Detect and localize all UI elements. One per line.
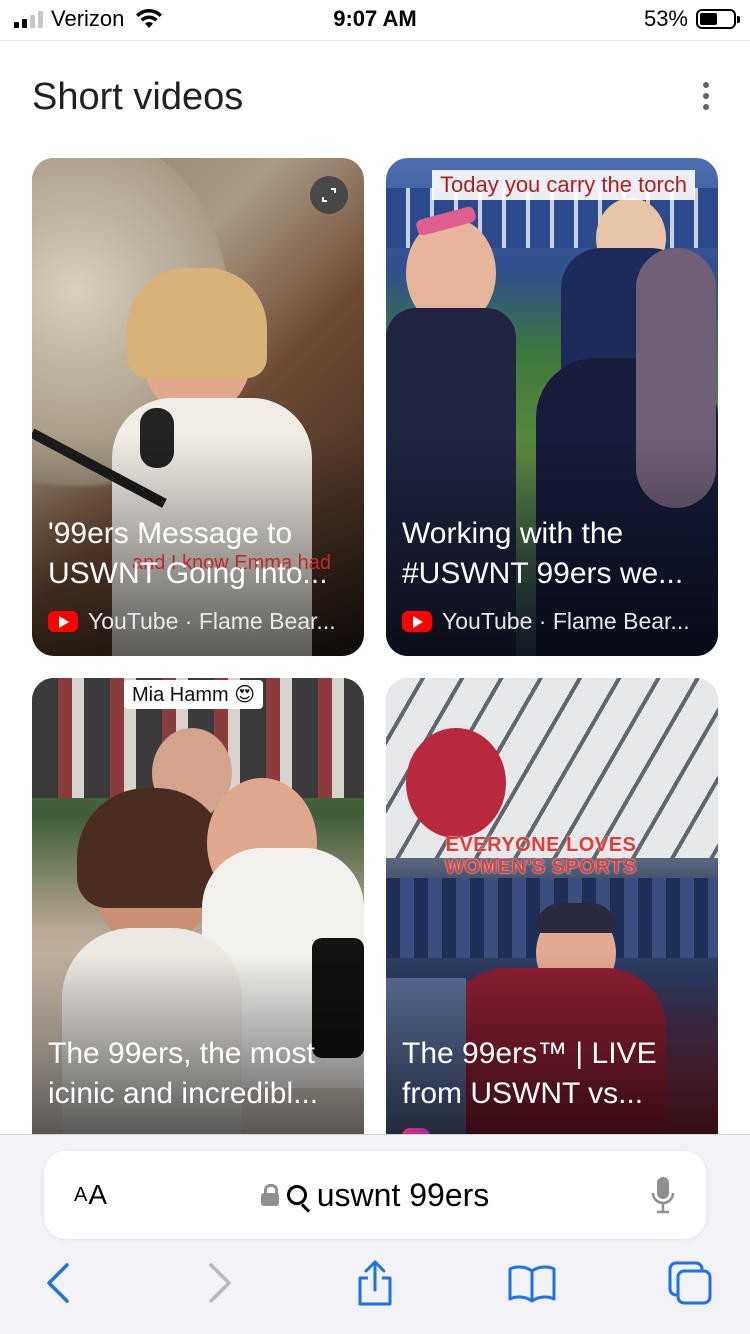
forward-arrow-icon (209, 1263, 231, 1303)
video-source-label: YouTube · Flame Bear... (88, 608, 336, 634)
video-source: YouTube · Flame Bear... (402, 608, 702, 635)
youtube-icon (48, 611, 78, 632)
forward-button[interactable] (190, 1253, 250, 1313)
clock: 9:07 AM (333, 6, 417, 31)
top-divider (0, 40, 750, 41)
video-title: '99ers Message to USWNT Going into... (48, 517, 328, 590)
share-icon (358, 1260, 392, 1306)
share-button[interactable] (345, 1253, 405, 1313)
tabs-icon (668, 1261, 712, 1305)
url-text: uswnt 99ers (316, 1176, 490, 1213)
video-card[interactable]: Mia Hamm 😍 The 99ers, the most icinic an… (32, 678, 364, 1134)
status-bar: Verizon 9:07 AM 53% (0, 0, 750, 40)
video-title: Working with the #USWNT 99ers we... (402, 517, 684, 590)
video-source-label: YouTube · Flame Bear... (442, 608, 690, 634)
book-icon (508, 1265, 556, 1303)
video-source: YouTube · Flame Bear... (48, 608, 348, 635)
video-caption: Today you carry the torch (432, 170, 696, 200)
url-display[interactable]: uswnt 99ers (44, 1151, 706, 1239)
video-caption: EVERYONE LOVES WOMEN'S SPORTS (445, 834, 637, 878)
video-card[interactable]: EVERYONE LOVES WOMEN'S SPORTS The 99ers™… (386, 678, 718, 1134)
back-button[interactable] (28, 1253, 88, 1313)
battery-percentage: 53% (643, 6, 688, 31)
search-icon (286, 1185, 307, 1205)
video-title: The 99ers, the most icinic and incredibl… (48, 1037, 319, 1110)
battery-icon (696, 9, 740, 29)
browser-toolbar: AA uswnt 99ers (0, 1134, 750, 1334)
more-options-icon[interactable] (690, 80, 722, 112)
section-title: Short videos (32, 76, 244, 118)
tabs-button[interactable] (660, 1253, 720, 1313)
video-card[interactable]: and I know Emma had '99ers Message to US… (32, 158, 364, 656)
status-right: 53% (643, 6, 740, 32)
expand-icon[interactable] (310, 176, 348, 214)
video-title: The 99ers™ | LIVE from USWNT vs... (402, 1037, 657, 1110)
lock-icon (260, 1184, 279, 1206)
address-bar[interactable]: AA uswnt 99ers (44, 1151, 706, 1239)
back-arrow-icon (47, 1263, 69, 1303)
video-card[interactable]: Today you carry the torch Working with t… (386, 158, 718, 656)
video-caption: Mia Hamm 😍 (124, 680, 264, 709)
youtube-icon (402, 611, 432, 632)
microphone-icon[interactable] (650, 1175, 676, 1215)
bookmarks-button[interactable] (502, 1253, 562, 1313)
